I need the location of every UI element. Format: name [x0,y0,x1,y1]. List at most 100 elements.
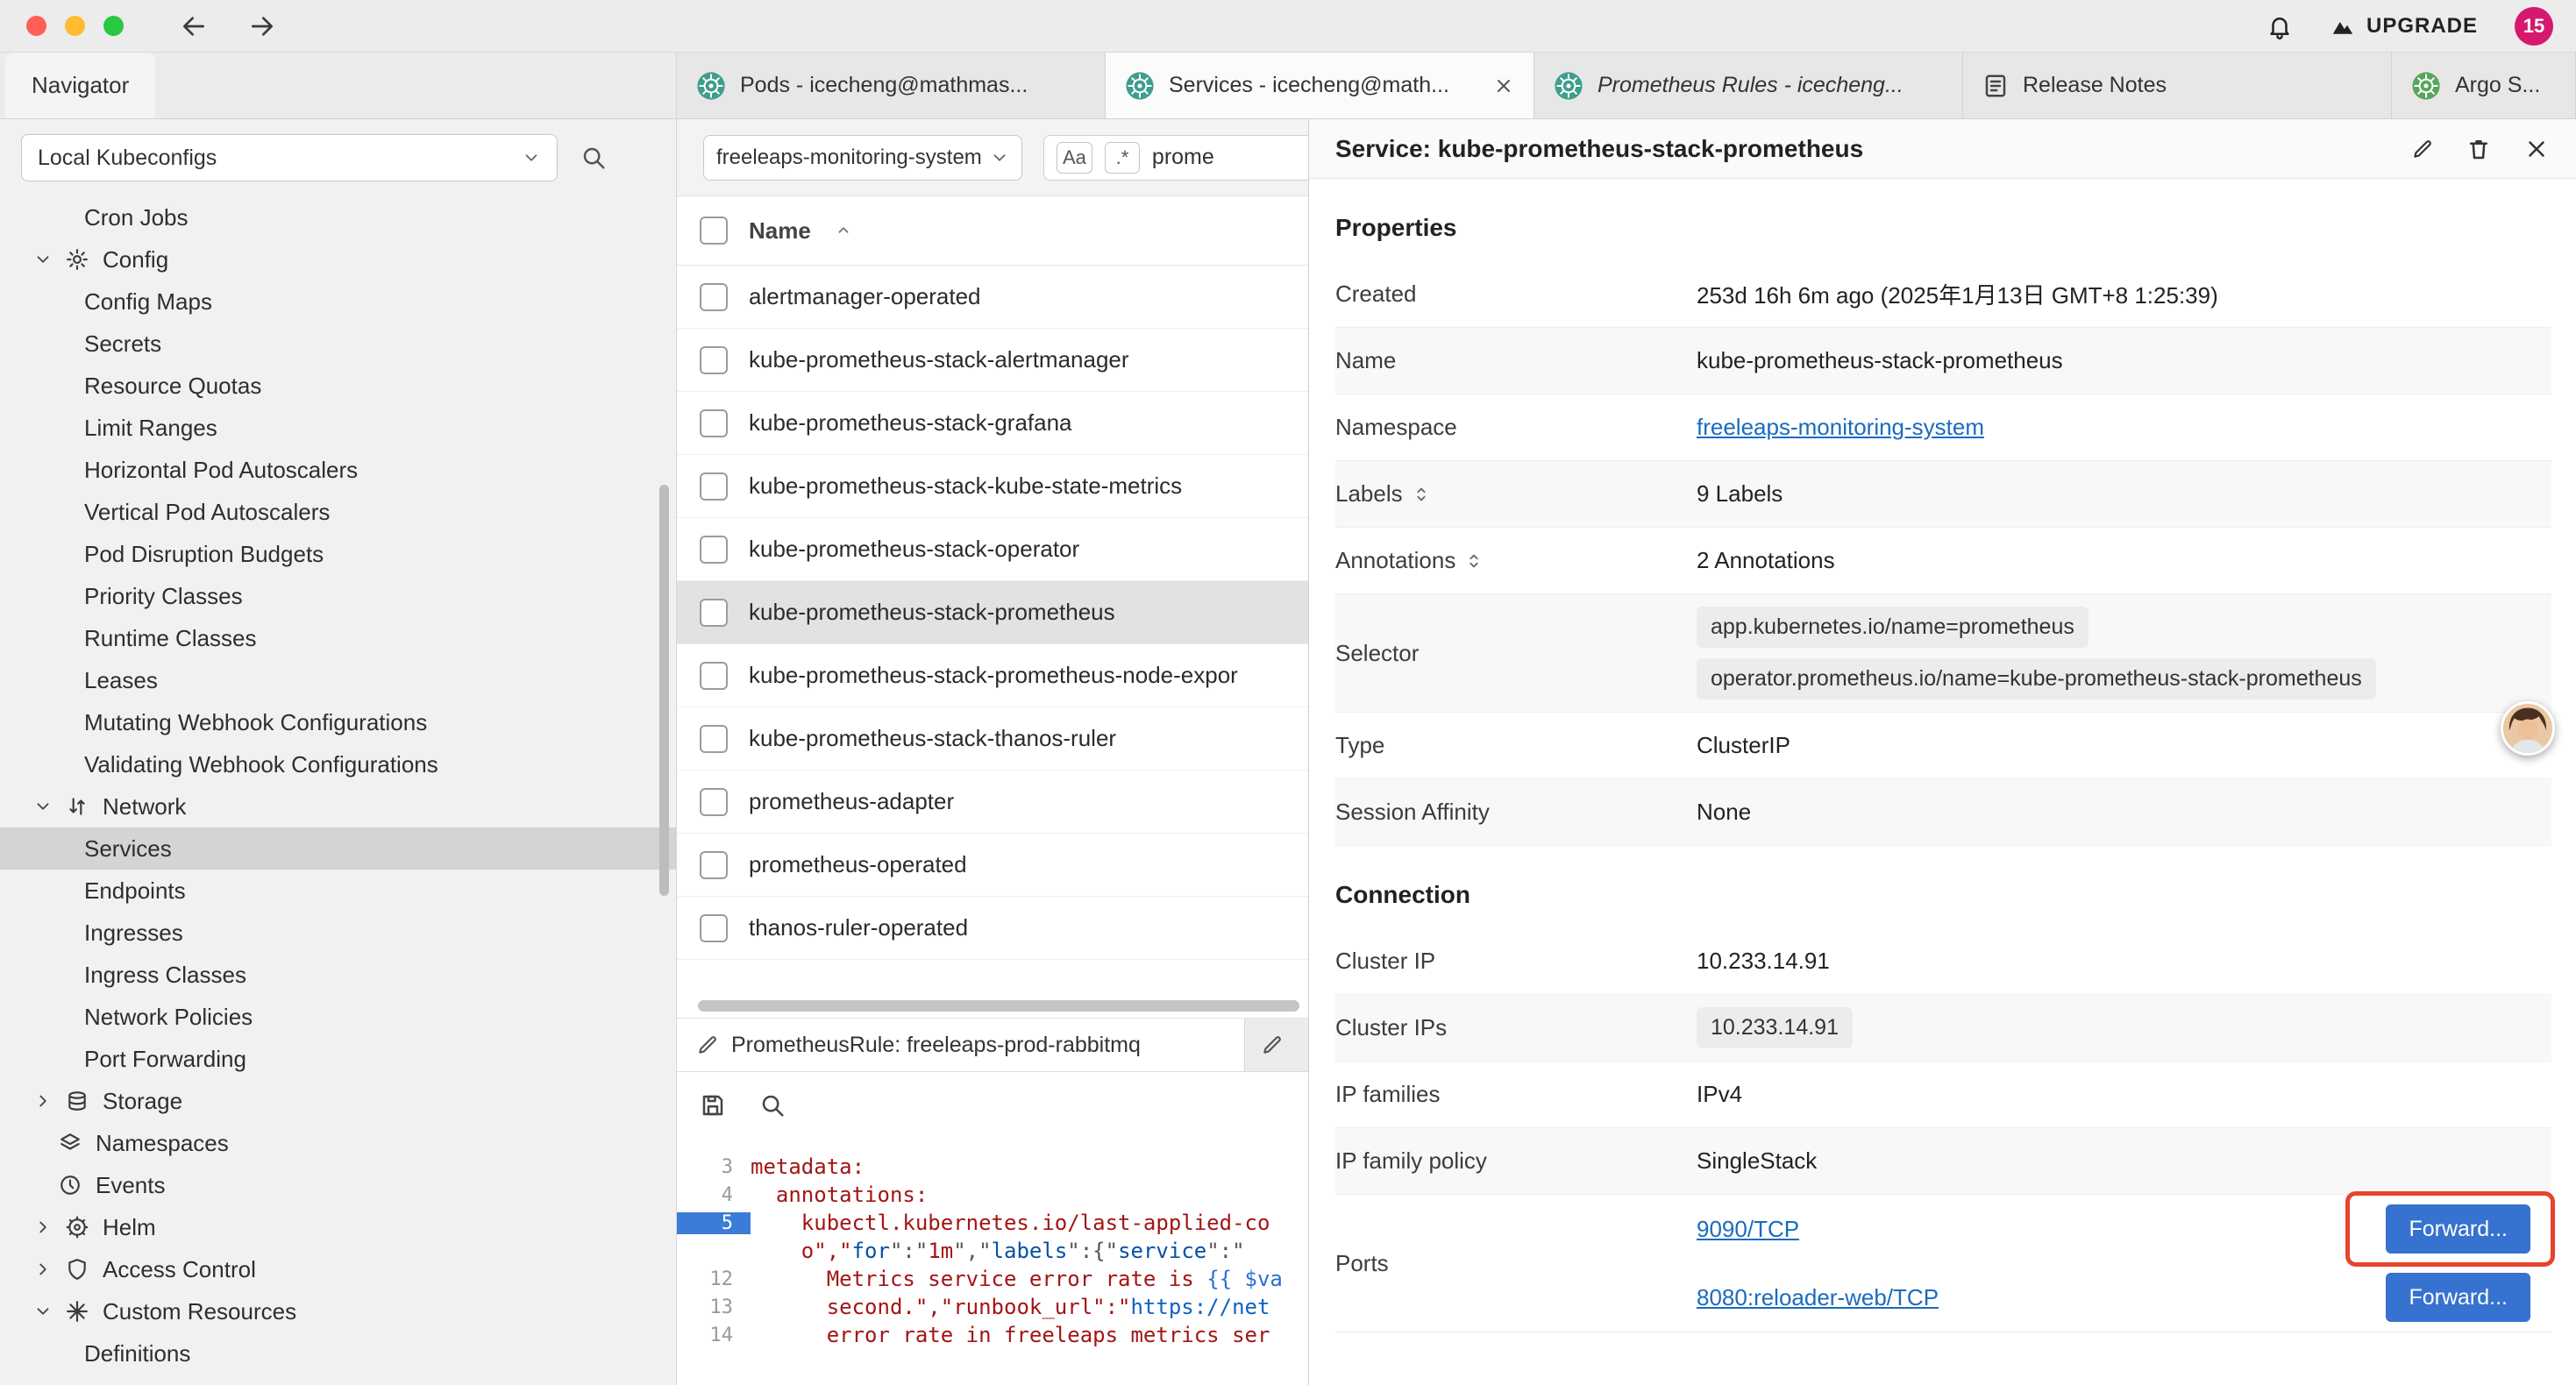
name-column-header[interactable]: Name [749,217,811,245]
sidebar-item-leases[interactable]: Leases [0,659,676,701]
upgrade-button[interactable]: UPGRADE [2330,13,2478,39]
table-row-thanos-ruler-operated[interactable]: thanos-ruler-operated [677,897,1308,960]
editor-search-icon[interactable] [759,1092,786,1119]
row-checkbox[interactable] [700,536,728,564]
match-case-toggle[interactable]: Aa [1057,142,1092,174]
maximize-window-button[interactable] [103,16,124,36]
sidebar-item-mutating-webhook-configurations[interactable]: Mutating Webhook Configurations [0,701,676,743]
row-checkbox[interactable] [700,599,728,627]
sidebar-item-priority-classes[interactable]: Priority Classes [0,575,676,617]
sidebar-item-resource-quotas[interactable]: Resource Quotas [0,365,676,407]
sidebar-item-config[interactable]: Config [0,238,676,281]
row-name: alertmanager-operated [749,283,981,310]
row-checkbox[interactable] [700,283,728,311]
table-row-alertmanager-operated[interactable]: alertmanager-operated [677,266,1308,329]
sidebar-item-custom-resources[interactable]: Custom Resources [0,1290,676,1332]
editor-tab-partial[interactable] [1245,1019,1308,1071]
tab-argo-s[interactable]: Argo S... [2392,53,2576,118]
close-icon[interactable] [1493,75,1514,96]
row-checkbox[interactable] [700,851,728,879]
updown-icon[interactable] [1464,551,1484,571]
row-checkbox[interactable] [700,914,728,942]
close-icon[interactable] [2523,136,2550,162]
close-window-button[interactable] [26,16,46,36]
sidebar-item-events[interactable]: Events [0,1164,676,1206]
table-row-kube-prometheus-stack-operator[interactable]: kube-prometheus-stack-operator [677,518,1308,581]
table-row-kube-prometheus-stack-prometheus[interactable]: kube-prometheus-stack-prometheus [677,581,1308,644]
back-arrow-icon[interactable] [180,12,208,40]
chevron-right-icon[interactable] [30,1260,56,1279]
table-row-kube-prometheus-stack-grafana[interactable]: kube-prometheus-stack-grafana [677,392,1308,455]
minimize-window-button[interactable] [65,16,85,36]
select-all-checkbox[interactable] [700,217,728,245]
table-row-prometheus-operated[interactable]: prometheus-operated [677,834,1308,897]
sidebar-item-services[interactable]: Services [0,827,676,870]
forward-arrow-icon[interactable] [248,12,276,40]
sidebar-item-storage[interactable]: Storage [0,1080,676,1122]
edit-icon[interactable] [2411,138,2434,160]
chevron-down-icon[interactable] [30,250,56,269]
row-checkbox[interactable] [700,409,728,437]
sidebar-item-network-policies[interactable]: Network Policies [0,996,676,1038]
sort-ascending-icon[interactable] [834,221,853,240]
row-checkbox[interactable] [700,662,728,690]
sidebar-item-network[interactable]: Network [0,785,676,827]
row-checkbox[interactable] [700,346,728,374]
horizontal-scrollbar[interactable] [698,1000,1299,1012]
table-row-kube-prometheus-stack-thanos-ruler[interactable]: kube-prometheus-stack-thanos-ruler [677,707,1308,771]
sidebar-item-horizontal-pod-autoscalers[interactable]: Horizontal Pod Autoscalers [0,449,676,491]
forward-button[interactable]: Forward... [2386,1204,2530,1254]
sidebar-item-secrets[interactable]: Secrets [0,323,676,365]
sidebar-item-definitions[interactable]: Definitions [0,1332,676,1374]
notification-count-badge[interactable]: 15 [2515,7,2553,46]
table-row-kube-prometheus-stack-alertmanager[interactable]: kube-prometheus-stack-alertmanager [677,329,1308,392]
tab-pods-icecheng-mathmas[interactable]: Pods - icecheng@mathmas... [677,53,1106,118]
sidebar-item-endpoints[interactable]: Endpoints [0,870,676,912]
save-icon[interactable] [700,1092,726,1119]
navigator-panel-tab[interactable]: Navigator [5,53,155,118]
sidebar-item-ingress-classes[interactable]: Ingress Classes [0,954,676,996]
sidebar-item-access-control[interactable]: Access Control [0,1248,676,1290]
sidebar-search-icon[interactable] [580,145,607,171]
sidebar-item-limit-ranges[interactable]: Limit Ranges [0,407,676,449]
port-link[interactable]: 8080:reloader-web/TCP [1697,1284,1939,1311]
sidebar-item-config-maps[interactable]: Config Maps [0,281,676,323]
tab-release-notes[interactable]: Release Notes [1963,53,2392,118]
sidebar-item-pod-disruption-budgets[interactable]: Pod Disruption Budgets [0,533,676,575]
tab-prometheus-rules-icecheng[interactable]: Prometheus Rules - icecheng... [1534,53,1963,118]
yaml-editor[interactable]: 3metadata:4 annotations:5 kubectl.kubern… [677,1139,1308,1385]
regex-toggle[interactable]: .* [1105,142,1140,174]
list-search-input[interactable]: Aa .* prome [1043,135,1308,181]
row-checkbox[interactable] [700,788,728,816]
table-row-kube-prometheus-stack-prometheus-node-ex[interactable]: kube-prometheus-stack-prometheus-node-ex… [677,644,1308,707]
namespace-filter-dropdown[interactable]: freeleaps-monitoring-system [703,135,1022,181]
trash-icon[interactable] [2466,136,2492,162]
forward-button[interactable]: Forward... [2386,1273,2530,1322]
updown-icon[interactable] [1412,485,1431,504]
sidebar-item-port-forwarding[interactable]: Port Forwarding [0,1038,676,1080]
chevron-right-icon[interactable] [30,1091,56,1111]
namespace-link[interactable]: freeleaps-monitoring-system [1697,414,1984,440]
table-row-kube-prometheus-stack-kube-state-metrics[interactable]: kube-prometheus-stack-kube-state-metrics [677,455,1308,518]
chevron-down-icon[interactable] [30,797,56,816]
chevron-right-icon[interactable] [30,1218,56,1237]
assistant-avatar[interactable] [2501,701,2555,756]
notifications-bell-icon[interactable] [2266,13,2293,39]
row-checkbox[interactable] [700,472,728,501]
kubeconfig-selector[interactable]: Local Kubeconfigs [21,134,558,181]
sidebar-item-namespaces[interactable]: Namespaces [0,1122,676,1164]
sidebar-item-helm[interactable]: Helm [0,1206,676,1248]
editor-tab-prometheusrule[interactable]: PrometheusRule: freeleaps-prod-rabbitmq [677,1019,1245,1071]
sidebar-item-cron-jobs[interactable]: Cron Jobs [0,196,676,238]
table-row-prometheus-adapter[interactable]: prometheus-adapter [677,771,1308,834]
tab-services-icecheng-math[interactable]: Services - icecheng@math... [1106,53,1534,118]
detail-row-session-affinity: Session AffinityNone [1335,779,2551,846]
sidebar-item-vertical-pod-autoscalers[interactable]: Vertical Pod Autoscalers [0,491,676,533]
vertical-scrollbar[interactable] [659,485,669,896]
port-link[interactable]: 9090/TCP [1697,1216,1799,1243]
sidebar-item-ingresses[interactable]: Ingresses [0,912,676,954]
row-checkbox[interactable] [700,725,728,753]
sidebar-item-runtime-classes[interactable]: Runtime Classes [0,617,676,659]
sidebar-item-validating-webhook-configurations[interactable]: Validating Webhook Configurations [0,743,676,785]
chevron-down-icon[interactable] [30,1302,56,1321]
